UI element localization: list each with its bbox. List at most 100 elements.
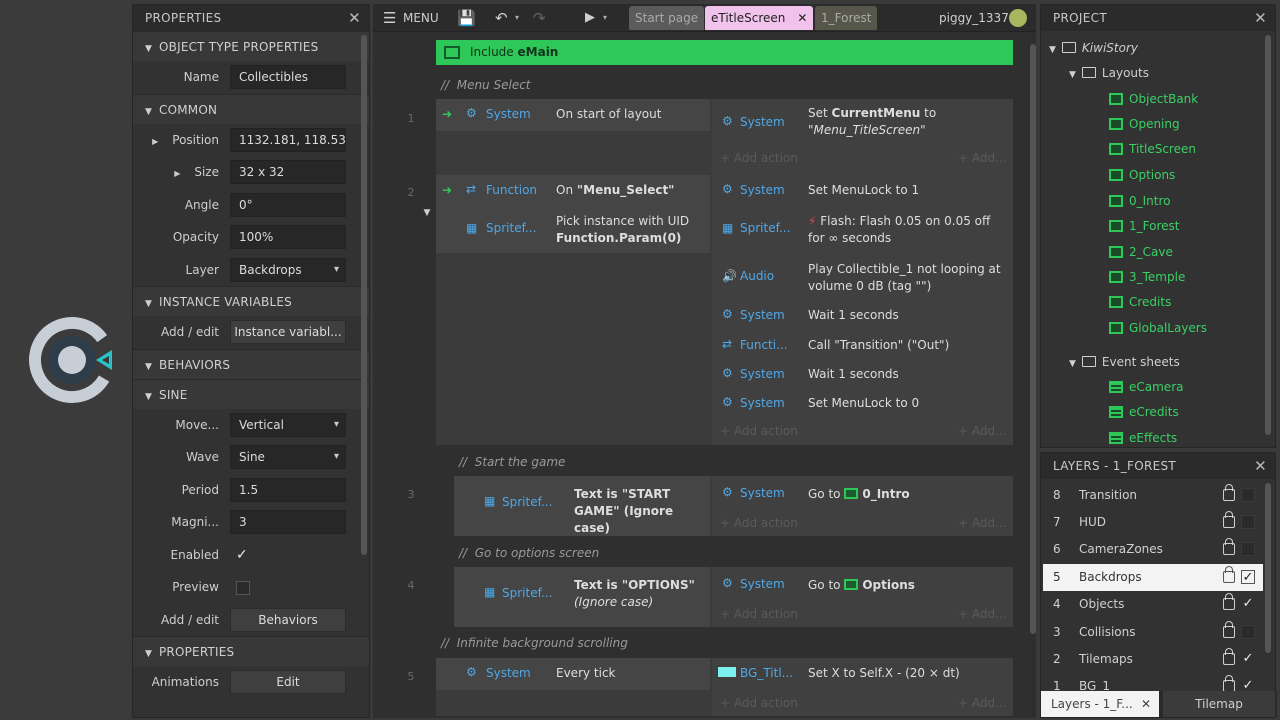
close-layers-icon[interactable]: ✕ xyxy=(1254,453,1267,479)
visibility-checkbox[interactable] xyxy=(1241,625,1255,639)
wave-dropdown[interactable]: Sine xyxy=(230,445,346,469)
lock-icon[interactable] xyxy=(1223,593,1235,610)
lock-icon[interactable] xyxy=(1223,484,1235,501)
layer-row[interactable]: 2 Tilemaps ✓ xyxy=(1043,646,1263,673)
layer-row[interactable]: 6 CameraZones xyxy=(1043,536,1263,563)
tree-layouts-folder[interactable]: ▼ Layouts xyxy=(1069,66,1149,80)
action-text[interactable]: Set MenuLock to 1 xyxy=(808,182,919,199)
visibility-checkbox[interactable]: ✓ xyxy=(1241,679,1255,692)
action-text[interactable]: Go to 0_Intro xyxy=(808,486,910,503)
add-action-link[interactable]: + Add action xyxy=(720,151,798,165)
event-block-4[interactable]: ▦ Spritef... Text is "OPTIONS" (Ignore ca… xyxy=(454,567,1013,627)
add-action-short[interactable]: + Add... xyxy=(958,424,1007,438)
tab-tilemap[interactable]: Tilemap xyxy=(1163,691,1275,717)
layer-row[interactable]: 3 Collisions xyxy=(1043,619,1263,646)
layer-row[interactable]: 8 Transition xyxy=(1043,482,1263,509)
tree-eventsheets-folder[interactable]: ▼ Event sheets xyxy=(1069,355,1180,369)
add-action-link[interactable]: + Add action xyxy=(720,607,798,621)
close-tab-icon[interactable]: ✕ xyxy=(1141,691,1151,717)
layers-scrollbar[interactable] xyxy=(1265,483,1271,653)
magnitude-field[interactable]: 3 xyxy=(230,510,346,534)
action-text[interactable]: Call "Transition" ("Out") xyxy=(808,337,949,354)
add-action-link[interactable]: + Add action xyxy=(720,696,798,710)
close-tab-icon[interactable]: ✕ xyxy=(797,11,807,25)
add-action-link[interactable]: + Add action xyxy=(720,424,798,438)
action-text[interactable]: Wait 1 seconds xyxy=(808,366,899,383)
tree-layout-item[interactable]: 1_Forest xyxy=(1109,219,1179,233)
layer-row[interactable]: 1 BG_1 ✓ xyxy=(1043,673,1263,691)
tree-layout-item[interactable]: 2_Cave xyxy=(1109,245,1173,259)
layer-row-selected[interactable]: 5 Backdrops ✓ xyxy=(1043,564,1263,591)
tree-layout-item[interactable]: Credits xyxy=(1109,295,1171,309)
lock-icon[interactable] xyxy=(1223,538,1235,555)
layer-dropdown[interactable]: Backdrops xyxy=(230,257,346,282)
comment-row[interactable]: // Start the game xyxy=(459,455,565,469)
undo-dropdown-icon[interactable]: ▾ xyxy=(515,4,519,32)
tree-layout-item[interactable]: Opening xyxy=(1109,117,1180,131)
lock-icon[interactable] xyxy=(1223,621,1235,638)
event-block-3[interactable]: ▦ Spritef... Text is "START GAME" (Ignore… xyxy=(454,476,1013,536)
collapse-event-icon[interactable]: ▼ xyxy=(417,208,437,218)
behaviors-button[interactable]: Behaviors xyxy=(230,607,346,632)
expand-arrow-icon[interactable]: ▶ xyxy=(174,169,180,178)
event-block-2[interactable]: ➜ ⇄ Function On "Menu_Select" ▦ Spritef.… xyxy=(436,175,1013,445)
undo-icon[interactable]: ↶ xyxy=(495,4,508,32)
hamburger-menu-icon[interactable]: ☰ xyxy=(383,4,396,32)
layer-row[interactable]: 7 HUD xyxy=(1043,509,1263,536)
instance-variables-button[interactable]: Instance variabl... xyxy=(230,320,346,344)
avatar[interactable] xyxy=(1009,9,1027,27)
tree-root[interactable]: ▼ KiwiStory xyxy=(1049,41,1138,55)
add-action-short[interactable]: + Add... xyxy=(958,607,1007,621)
redo-icon[interactable]: ↷ xyxy=(533,4,546,32)
visibility-checkbox[interactable] xyxy=(1241,542,1255,556)
comment-row[interactable]: // Infinite background scrolling xyxy=(441,636,628,650)
lock-icon[interactable] xyxy=(1223,675,1235,691)
period-field[interactable]: 1.5 xyxy=(230,477,346,502)
close-project-icon[interactable]: ✕ xyxy=(1254,5,1267,31)
section-behaviors[interactable]: ▼ BEHAVIORS xyxy=(133,348,369,379)
movement-dropdown[interactable]: Vertical xyxy=(230,412,346,437)
tab-start-page[interactable]: Start page xyxy=(629,6,705,30)
name-field[interactable]: Collectibles xyxy=(230,65,346,89)
play-icon[interactable]: ▶ xyxy=(585,4,595,32)
action-text[interactable]: Play Collectible_1 not looping at volume … xyxy=(808,261,1001,295)
section-instance-vars[interactable]: ▼ INSTANCE VARIABLES xyxy=(133,286,369,316)
play-dropdown-icon[interactable]: ▾ xyxy=(603,4,607,32)
tree-layout-item[interactable]: 0_Intro xyxy=(1109,194,1171,208)
lock-icon[interactable] xyxy=(1223,648,1235,665)
tree-layout-item[interactable]: TitleScreen xyxy=(1109,142,1196,156)
comment-row[interactable]: // Menu Select xyxy=(441,78,531,92)
tree-layout-item[interactable]: Options xyxy=(1109,168,1175,182)
visibility-checkbox[interactable]: ✓ xyxy=(1241,652,1255,666)
username[interactable]: piggy_1337 xyxy=(939,4,1009,32)
project-scrollbar[interactable] xyxy=(1265,35,1271,435)
lock-icon[interactable] xyxy=(1223,511,1235,528)
animations-edit-button[interactable]: Edit xyxy=(230,670,346,694)
condition-row[interactable]: ⚙ System Every tick xyxy=(436,658,710,690)
tree-eventsheet-item[interactable]: eCamera xyxy=(1109,380,1183,394)
visibility-checkbox[interactable] xyxy=(1241,488,1255,502)
tab-layers[interactable]: Layers - 1_F... ✕ xyxy=(1041,691,1159,717)
condition-row[interactable]: ▦ Spritef... Text is "START GAME" (Ignore… xyxy=(454,476,710,536)
menu-button[interactable]: MENU xyxy=(403,4,439,32)
action-text[interactable]: ⚡ Flash: Flash 0.05 on 0.05 off for ∞ sec… xyxy=(808,213,990,247)
condition-row[interactable]: ➜ ⚙ System On start of layout xyxy=(436,99,710,131)
opacity-field[interactable]: 100% xyxy=(230,225,346,249)
properties-scrollbar[interactable] xyxy=(361,35,367,555)
section-sine[interactable]: ▼ SINE xyxy=(133,378,369,409)
tree-eventsheet-item[interactable]: eEffects xyxy=(1109,431,1177,445)
action-text[interactable]: Set MenuLock to 0 xyxy=(808,395,919,412)
action-text[interactable]: Set CurrentMenu to "Menu_TitleScreen" xyxy=(808,105,936,139)
visibility-checkbox[interactable] xyxy=(1241,515,1255,529)
add-action-link[interactable]: + Add action xyxy=(720,516,798,530)
action-text[interactable]: Wait 1 seconds xyxy=(808,307,899,324)
expand-arrow-icon[interactable]: ▶ xyxy=(152,137,158,146)
preview-checkbox[interactable] xyxy=(236,581,250,595)
tree-eventsheet-item[interactable]: eCredits xyxy=(1109,405,1179,419)
visibility-checkbox[interactable]: ✓ xyxy=(1241,597,1255,611)
size-field[interactable]: 32 x 32 xyxy=(230,160,346,184)
section-common[interactable]: ▼ COMMON xyxy=(133,93,369,124)
tab-1-forest[interactable]: 1_Forest xyxy=(815,6,878,30)
angle-field[interactable]: 0° xyxy=(230,192,346,217)
save-icon[interactable]: 💾 xyxy=(457,4,476,32)
